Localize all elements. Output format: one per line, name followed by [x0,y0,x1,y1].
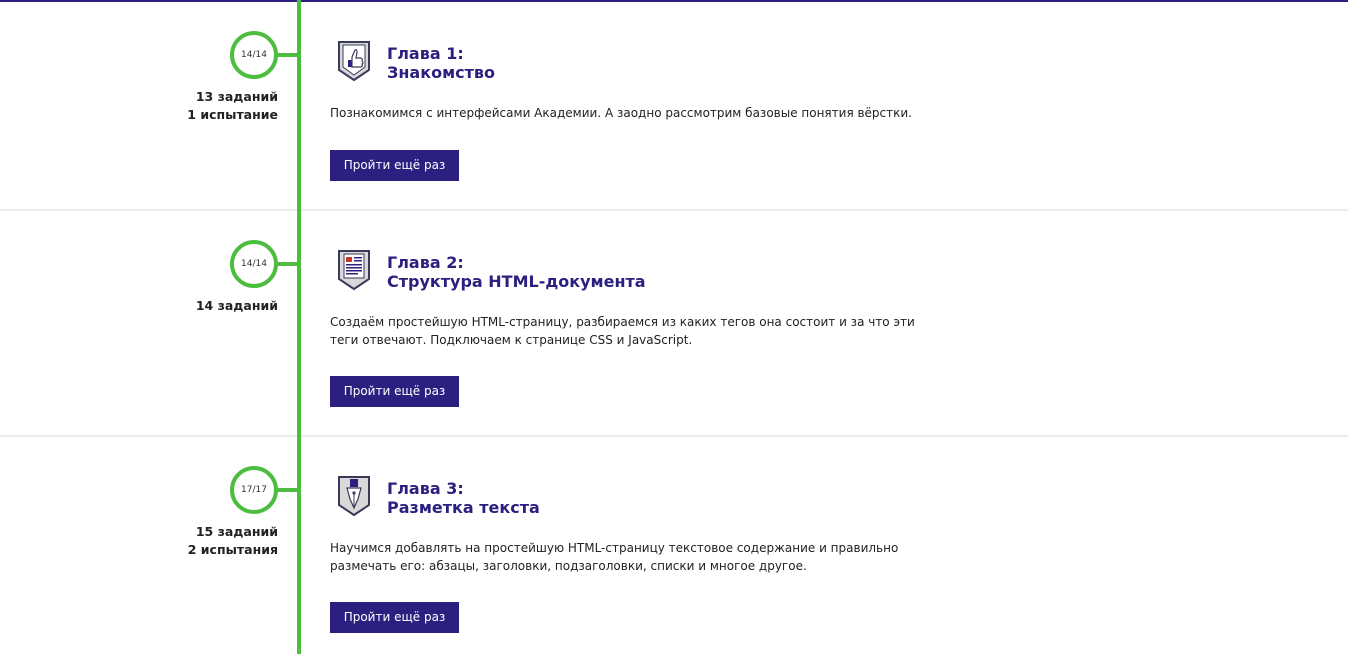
chapter-description: Познакомимся с интерфейсами Академии. А … [330,106,912,120]
chapter-divider [0,209,1348,211]
timeline-connector [276,262,299,266]
chapter-description: Научимся добавлять на простейшую HTML-ст… [330,541,899,573]
chapter-number: Глава 3: [387,479,464,498]
progress-text: 14/14 [241,259,267,269]
chapter-name: Знакомство [387,63,496,82]
chapter-name: Структура HTML-документа [387,272,646,291]
tasks-count: 15 заданий [195,524,278,539]
progress-text: 17/17 [241,485,267,495]
progress-circle: 17/17 [230,466,278,514]
chapter-title: Глава 2: Структура HTML-документа [387,253,646,291]
page: 14/14 13 заданий 1 испытание Глава 1: Зн… [0,0,1348,654]
progress-circle: 14/14 [230,240,278,288]
chapter-title: Глава 1: Знакомство [387,44,495,82]
chapter-stats: 14 заданий [80,297,278,315]
timeline-connector [276,53,299,57]
progress-text: 14/14 [241,50,267,60]
timeline-connector [276,488,299,492]
trials-count: 1 испытание [187,107,278,122]
tasks-count: 13 заданий [195,89,278,104]
progress-circle: 14/14 [230,31,278,79]
chapter-description: Создаём простейшую HTML-страницу, разбир… [330,315,915,347]
timeline-line [297,0,301,654]
top-border [0,0,1348,2]
document-icon [338,250,370,291]
retry-chapter-button[interactable]: Пройти ещё раз [330,602,459,633]
chapter-number: Глава 1: [387,44,464,63]
chapter-name: Разметка текста [387,498,540,517]
thumbs-up-icon [338,41,370,82]
retry-chapter-button[interactable]: Пройти ещё раз [330,150,459,181]
trials-count: 2 испытания [187,542,278,557]
chapter-stats: 13 заданий 1 испытание [80,88,278,124]
retry-chapter-button[interactable]: Пройти ещё раз [330,376,459,407]
pen-nib-icon [338,476,370,517]
chapter-stats: 15 заданий 2 испытания [80,523,278,559]
chapter-title: Глава 3: Разметка текста [387,479,540,517]
tasks-count: 14 заданий [195,298,278,313]
chapter-number: Глава 2: [387,253,464,272]
chapter-divider [0,435,1348,437]
